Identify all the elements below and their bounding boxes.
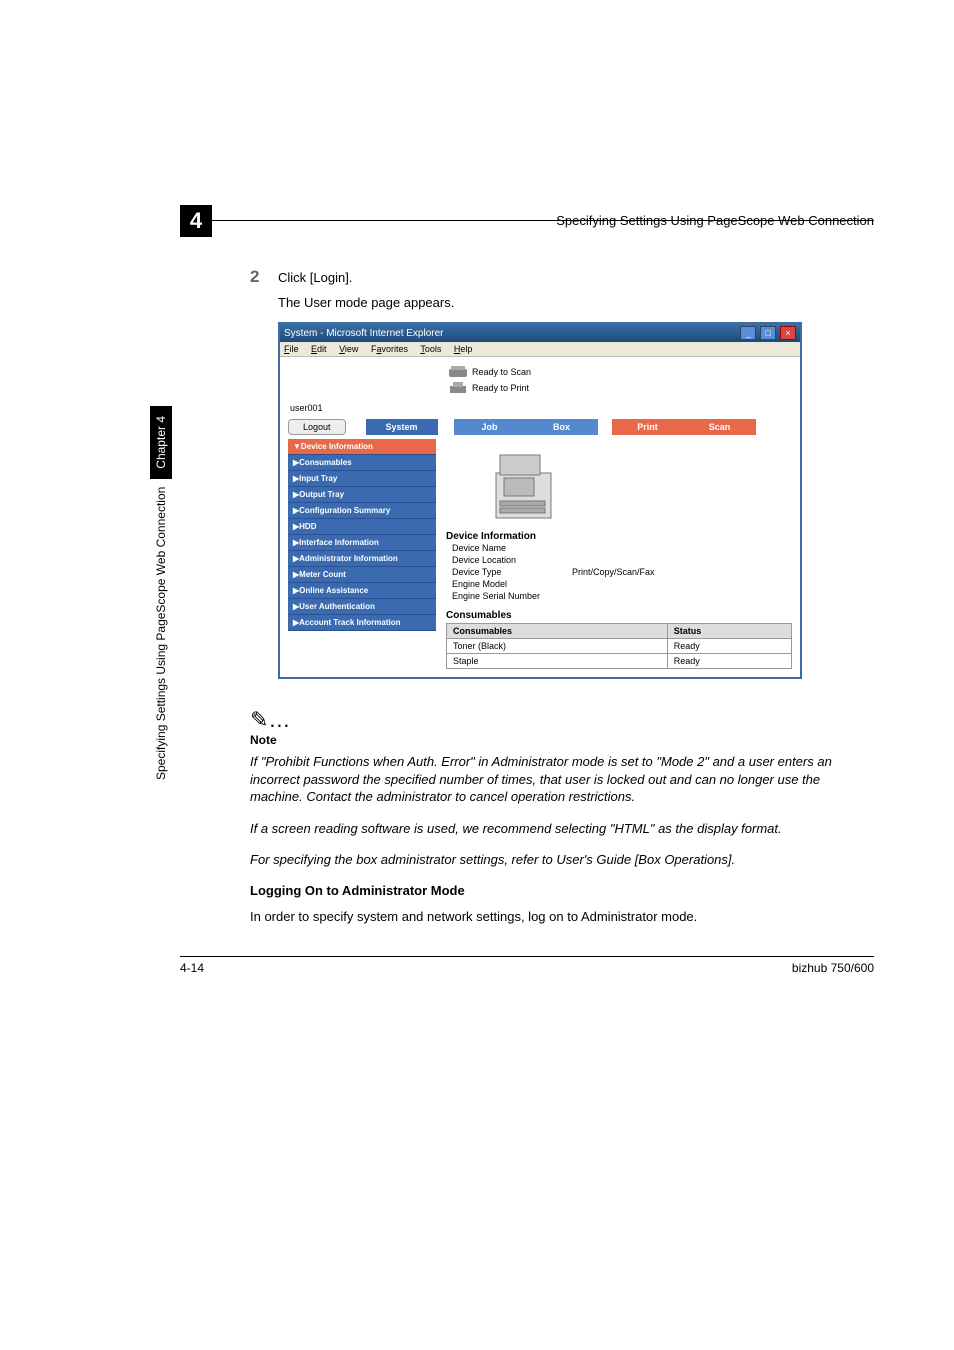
note-icon: ✎…: [250, 707, 864, 733]
device-type-label: Device Type: [452, 567, 572, 577]
sidebar-item-config-summary[interactable]: ▶Configuration Summary: [288, 503, 436, 519]
th-consumables: Consumables: [447, 624, 668, 639]
cell-toner-status: Ready: [667, 639, 791, 654]
running-header-title: Specifying Settings Using PageScope Web …: [212, 213, 874, 228]
page-footer: 4-14 bizhub 750/600: [180, 956, 874, 975]
sidebar-item-device-info[interactable]: ▼Device Information: [288, 439, 436, 455]
browser-menubar: FFileile Edit View Favorites Tools Help: [280, 342, 800, 357]
cell-toner: Toner (Black): [447, 639, 668, 654]
side-tab-text: Specifying Settings Using PageScope Web …: [154, 487, 168, 780]
username-label: user001: [290, 403, 792, 413]
device-type-value: Print/Copy/Scan/Fax: [572, 567, 655, 577]
window-buttons: _ □ ×: [739, 326, 796, 340]
menu-favorites[interactable]: Favorites: [371, 344, 408, 354]
tab-system[interactable]: System: [366, 419, 438, 435]
section-consumables: Consumables: [446, 610, 792, 621]
note-paragraph-2: If a screen reading software is used, we…: [250, 820, 864, 838]
sidebar: ▼Device Information ▶Consumables ▶Input …: [288, 439, 436, 669]
row-device-name: Device Name: [446, 542, 792, 554]
note-paragraph-1: If "Prohibit Functions when Auth. Error"…: [250, 753, 864, 806]
sidebar-item-meter-count[interactable]: ▶Meter Count: [288, 567, 436, 583]
status-print-text: Ready to Print: [472, 383, 529, 393]
close-icon[interactable]: ×: [780, 326, 796, 340]
browser-title: System - Microsoft Internet Explorer: [284, 328, 444, 339]
row-device-location: Device Location: [446, 554, 792, 566]
sidebar-item-input-tray[interactable]: ▶Input Tray: [288, 471, 436, 487]
cell-staple-status: Ready: [667, 654, 791, 669]
maximize-icon[interactable]: □: [760, 326, 776, 340]
row-engine-model: Engine Model: [446, 578, 792, 590]
status-scan-row: Ready to Scan: [448, 365, 792, 379]
note-paragraph-3: For specifying the box administrator set…: [250, 851, 864, 869]
tab-job[interactable]: Job: [454, 419, 526, 435]
browser-titlebar: System - Microsoft Internet Explorer _ □…: [280, 324, 800, 342]
tab-box[interactable]: Box: [526, 419, 598, 435]
tab-scan[interactable]: Scan: [684, 419, 756, 435]
tab-print[interactable]: Print: [612, 419, 684, 435]
sidebar-item-account-track[interactable]: ▶Account Track Information: [288, 615, 436, 631]
menu-tools[interactable]: Tools: [420, 344, 441, 354]
page-number: 4-14: [180, 961, 204, 975]
subheading: Logging On to Administrator Mode: [250, 883, 864, 898]
row-engine-serial: Engine Serial Number: [446, 590, 792, 602]
sidebar-item-admin-info[interactable]: ▶Administrator Information: [288, 551, 436, 567]
chapter-number-box: 4: [180, 205, 212, 237]
step-text: Click [Login].: [278, 267, 352, 287]
minimize-icon[interactable]: _: [740, 326, 756, 340]
device-image: [486, 443, 566, 523]
body-paragraph: In order to specify system and network s…: [250, 908, 864, 926]
logout-button[interactable]: Logout: [288, 419, 346, 435]
side-tab-chapter: Chapter 4: [150, 406, 172, 479]
sidebar-item-online-assist[interactable]: ▶Online Assistance: [288, 583, 436, 599]
status-print-row: Ready to Print: [448, 381, 792, 395]
status-scan-text: Ready to Scan: [472, 367, 531, 377]
sidebar-item-hdd[interactable]: ▶HDD: [288, 519, 436, 535]
menu-file[interactable]: FFileile: [284, 344, 299, 354]
scanner-icon: [448, 365, 468, 379]
note-title: Note: [250, 733, 864, 747]
section-device-info: Device Information: [446, 531, 792, 542]
step-number: 2: [250, 267, 278, 287]
sidebar-item-output-tray[interactable]: ▶Output Tray: [288, 487, 436, 503]
consumables-table: ConsumablesStatus Toner (Black)Ready Sta…: [446, 623, 792, 669]
menu-edit[interactable]: Edit: [311, 344, 327, 354]
sidebar-item-interface-info[interactable]: ▶Interface Information: [288, 535, 436, 551]
th-status: Status: [667, 624, 791, 639]
product-name: bizhub 750/600: [792, 961, 874, 975]
row-device-type: Device Type Print/Copy/Scan/Fax: [446, 566, 792, 578]
menu-help[interactable]: Help: [454, 344, 473, 354]
menu-view[interactable]: View: [339, 344, 358, 354]
printer-icon: [448, 381, 468, 395]
cell-staple: Staple: [447, 654, 668, 669]
browser-window: System - Microsoft Internet Explorer _ □…: [278, 322, 802, 679]
sidebar-item-consumables[interactable]: ▶Consumables: [288, 455, 436, 471]
step-subtext: The User mode page appears.: [278, 295, 864, 310]
side-tab: Specifying Settings Using PageScope Web …: [150, 406, 172, 780]
sidebar-item-user-auth[interactable]: ▶User Authentication: [288, 599, 436, 615]
